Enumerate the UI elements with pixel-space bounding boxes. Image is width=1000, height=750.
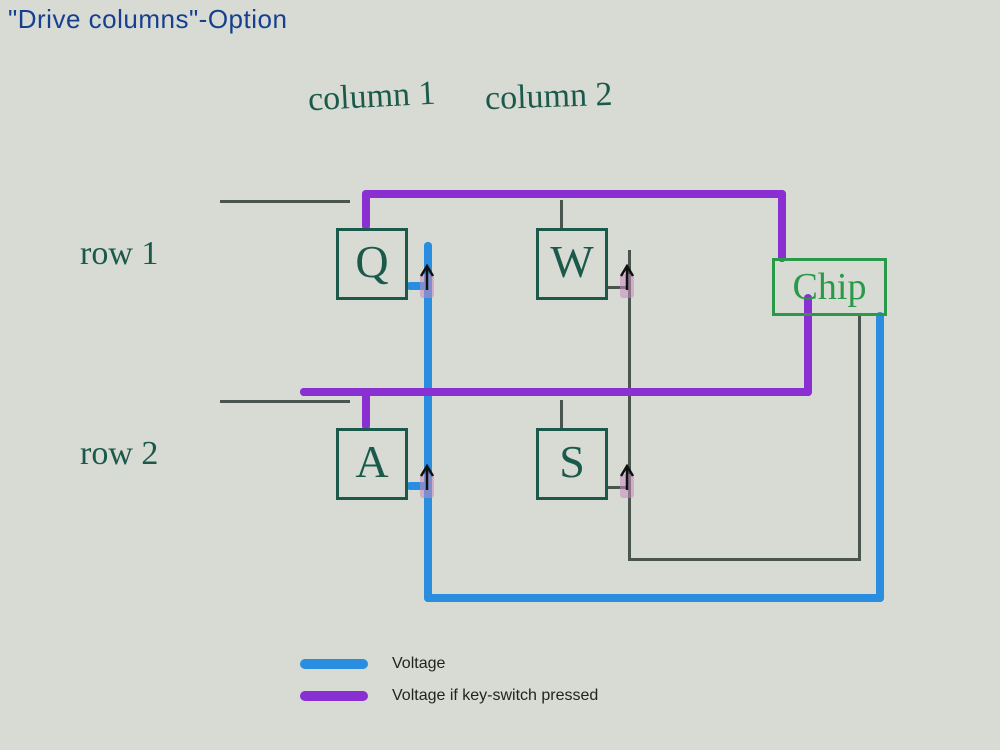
row2-wire [220, 400, 350, 403]
legend: Voltage Voltage if key-switch pressed [300, 648, 598, 712]
key-q-label: Q [355, 239, 388, 285]
key-q: Q [336, 228, 408, 300]
key-a-label: A [355, 439, 388, 485]
col2-bus-up [858, 315, 861, 561]
label-column-1: column 1 [307, 75, 436, 120]
pressed-row1-to-chip [778, 190, 786, 262]
chip-label: Chip [793, 265, 867, 309]
key-s-label: S [559, 439, 585, 485]
pressed-row1 [362, 190, 786, 198]
chip: Chip [772, 258, 887, 316]
pressed-row2 [300, 388, 812, 396]
col2-bus [628, 558, 860, 561]
stub-w [560, 200, 563, 228]
voltage-vert-right [876, 312, 884, 602]
pressed-row2-left [300, 388, 370, 396]
key-w-label: W [550, 239, 593, 285]
key-w: W [536, 228, 608, 300]
legend-label-voltage: Voltage [392, 655, 445, 673]
label-column-2: column 2 [484, 76, 613, 118]
row1-wire [220, 200, 350, 203]
key-a: A [336, 428, 408, 500]
legend-swatch-voltage [300, 659, 368, 669]
key-s: S [536, 428, 608, 500]
legend-label-voltage-pressed: Voltage if key-switch pressed [392, 687, 598, 705]
legend-swatch-voltage-pressed [300, 691, 368, 701]
label-row-1: row 1 [80, 235, 158, 273]
stub-s [560, 400, 563, 428]
label-row-2: row 2 [80, 435, 158, 473]
legend-row-voltage-pressed: Voltage if key-switch pressed [300, 680, 598, 712]
legend-row-voltage: Voltage [300, 648, 598, 680]
voltage-bottom [424, 594, 884, 602]
diagram-title: "Drive columns"-Option [8, 4, 287, 35]
